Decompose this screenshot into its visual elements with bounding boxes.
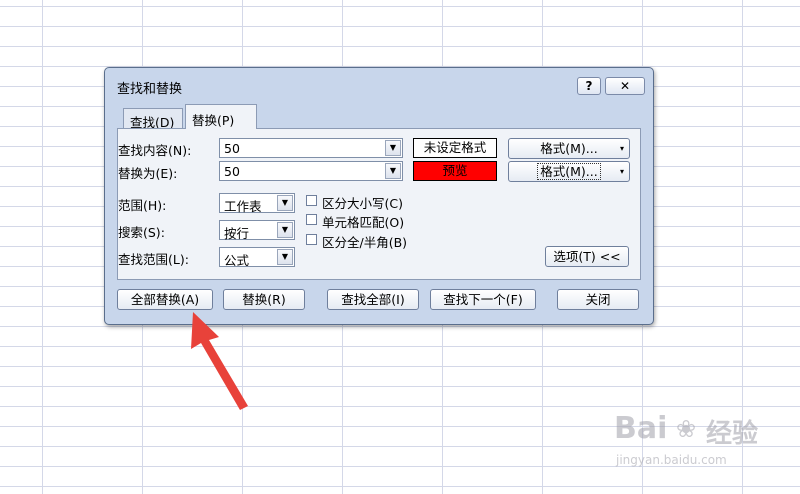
tab-replace[interactable]: 替换(P) bbox=[185, 104, 257, 129]
watermark-brand: Bai bbox=[614, 411, 668, 446]
watermark-brand-cn: 经验 bbox=[706, 419, 759, 449]
annotation-arrow-shape bbox=[191, 312, 248, 410]
watermark-url: jingyan.baidu.com bbox=[616, 453, 727, 467]
paw-icon: ❀ bbox=[676, 415, 697, 443]
baidu-jingyan-watermark: Bai ❀ 经验 jingyan.baidu.com bbox=[606, 405, 796, 475]
